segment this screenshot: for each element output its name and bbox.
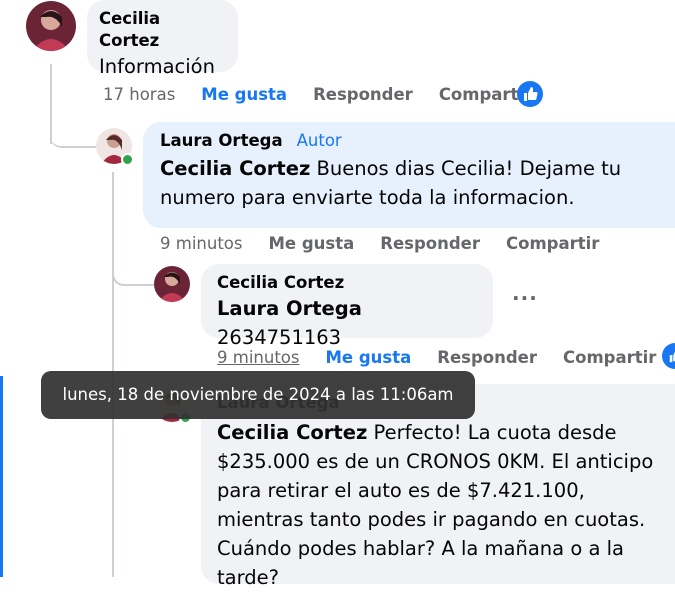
- share-button[interactable]: Compartir: [506, 234, 599, 253]
- comment-timestamp[interactable]: 9 minutos: [160, 234, 242, 253]
- mention-link[interactable]: Cecilia Cortez: [217, 421, 367, 444]
- avatar[interactable]: [154, 266, 190, 302]
- comment-actions: 9 minutos Me gusta Responder Compartir 2: [217, 348, 675, 367]
- comment-bubble: Cecilia Cortez Información: [87, 0, 238, 78]
- author-badge: Autor: [296, 131, 342, 150]
- thumbs-up-icon[interactable]: [517, 81, 543, 107]
- comment-author[interactable]: Cecilia Cortez: [99, 8, 226, 52]
- comment-timestamp[interactable]: 9 minutos: [217, 348, 299, 367]
- comment-text: Cecilia Cortez Buenos dias Cecilia! Deja…: [155, 152, 663, 212]
- share-button[interactable]: Compartir: [563, 348, 656, 367]
- thread-connector: [112, 262, 154, 286]
- reply-button[interactable]: Responder: [380, 234, 480, 253]
- comment-text: Información: [99, 55, 215, 78]
- comment-actions: 17 horas Me gusta Responder Compartir: [103, 85, 558, 104]
- reply-button[interactable]: Responder: [313, 85, 413, 104]
- comment-text: Cecilia Cortez Perfecto! La cuota desde …: [213, 414, 673, 592]
- like-button[interactable]: Me gusta: [201, 85, 287, 104]
- comment-text: Laura Ortega 2634751163: [213, 294, 481, 352]
- mention-link[interactable]: Cecilia Cortez: [160, 157, 310, 180]
- comment-timestamp[interactable]: 17 horas: [103, 85, 175, 104]
- comment-actions: 9 minutos Me gusta Responder Compartir: [160, 234, 625, 253]
- thread-connector: [50, 120, 96, 148]
- timestamp-tooltip: lunes, 18 de noviembre de 2024 a las 11:…: [41, 371, 475, 419]
- reply-button[interactable]: Responder: [437, 348, 537, 367]
- online-status-dot: [121, 153, 134, 166]
- mention-link[interactable]: Laura Ortega: [217, 297, 362, 320]
- comment-author[interactable]: Cecilia Cortez: [213, 272, 481, 294]
- focus-indicator-bar: [0, 376, 3, 577]
- more-options-icon[interactable]: ···: [512, 286, 538, 310]
- comment-body: 2634751163: [217, 326, 342, 349]
- like-button[interactable]: Me gusta: [268, 234, 354, 253]
- comment-body: Perfecto! La cuota desde $235.000 es de …: [217, 421, 654, 589]
- comment-author-line: Laura Ortega Autor: [155, 130, 663, 152]
- avatar[interactable]: [26, 1, 76, 51]
- comment-bubble: Laura Ortega Autor Cecilia Cortez Buenos …: [143, 122, 675, 228]
- like-button[interactable]: Me gusta: [325, 348, 411, 367]
- comment-author[interactable]: Laura Ortega: [160, 131, 283, 150]
- comment-bubble: Cecilia Cortez Laura Ortega 2634751163: [201, 264, 493, 349]
